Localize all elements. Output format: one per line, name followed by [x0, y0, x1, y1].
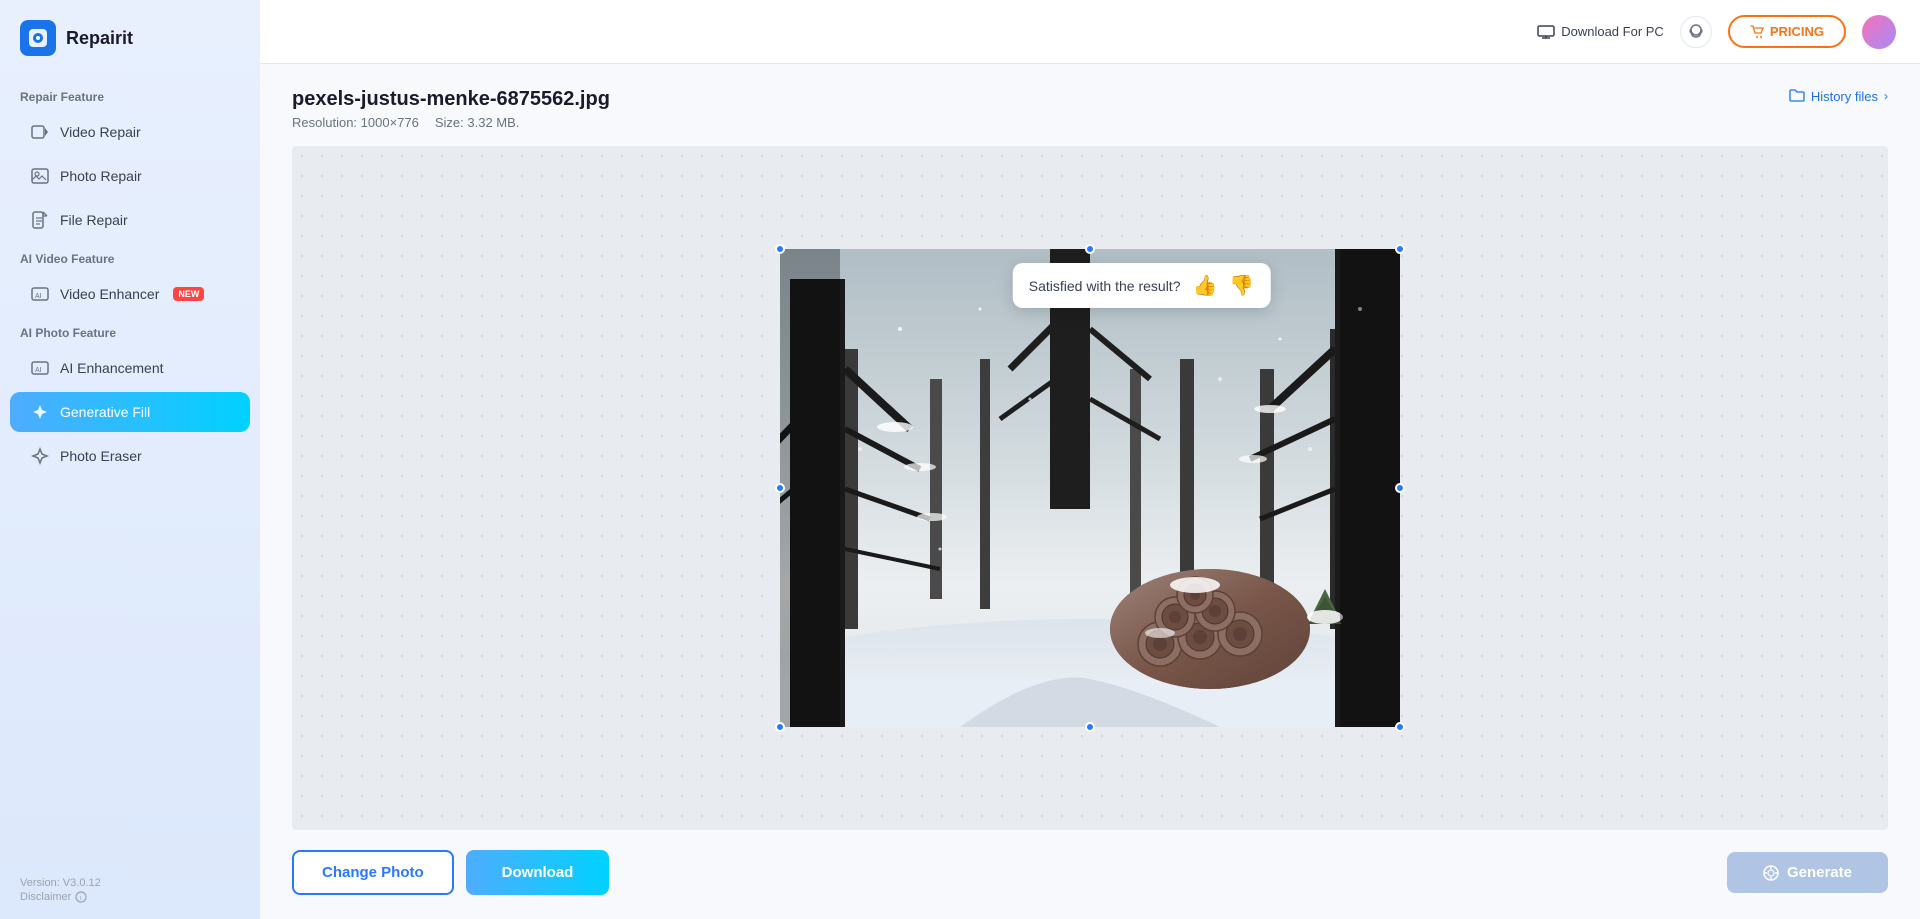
logo-icon [20, 20, 56, 56]
sidebar-item-file-repair[interactable]: File Repair [10, 200, 250, 240]
sidebar-item-video-enhancer-label: Video Enhancer [60, 286, 159, 302]
main-content: Download For PC PRICING pexels-jus [260, 0, 1920, 919]
file-resolution: Resolution: 1000×776 [292, 115, 419, 130]
disclaimer-text: Disclaimer i [20, 891, 240, 903]
video-repair-icon [30, 122, 50, 142]
sidebar-item-video-enhancer[interactable]: AI Video Enhancer NEW [10, 274, 250, 314]
file-repair-icon [30, 210, 50, 230]
monitor-icon [1537, 25, 1555, 39]
generate-icon [1763, 865, 1779, 881]
handle-top-mid[interactable] [1085, 244, 1095, 254]
thumbs-down-button[interactable]: 👎 [1229, 273, 1254, 298]
handle-bottom-mid[interactable] [1085, 722, 1095, 732]
thumbs-up-button[interactable]: 👍 [1192, 273, 1217, 298]
sidebar-item-file-repair-label: File Repair [60, 212, 128, 228]
sidebar-footer: Version: V3.0.12 Disclaimer i [0, 865, 260, 903]
download-for-pc-label: Download For PC [1561, 24, 1664, 39]
photo-repair-icon [30, 166, 50, 186]
photo-eraser-icon [30, 446, 50, 466]
handle-mid-left[interactable] [775, 483, 785, 493]
content-area: pexels-justus-menke-6875562.jpg Resoluti… [260, 64, 1920, 919]
history-arrow-icon: › [1884, 89, 1888, 103]
download-button[interactable]: Download [466, 850, 610, 895]
satisfaction-question: Satisfied with the result? [1029, 278, 1181, 294]
version-text: Version: V3.0.12 [20, 877, 240, 889]
generate-label: Generate [1787, 864, 1852, 881]
action-bar: Change Photo Download Generate [292, 850, 1888, 895]
sidebar-item-photo-eraser-label: Photo Eraser [60, 448, 142, 464]
photo-image [780, 249, 1400, 727]
sidebar-item-video-repair-label: Video Repair [60, 124, 141, 140]
app-name: Repairit [66, 28, 133, 49]
handle-top-right[interactable] [1395, 244, 1405, 254]
sidebar: Repairit Repair Feature Video Repair Pho… [0, 0, 260, 919]
file-size: Size: 3.32 MB. [435, 115, 520, 130]
folder-icon [1789, 88, 1805, 104]
image-wrapper: Satisfied with the result? 👍 👎 [780, 249, 1400, 727]
ai-enhancement-icon: AI [30, 358, 50, 378]
sidebar-item-generative-fill[interactable]: Generative Fill [10, 392, 250, 432]
headset-icon [1687, 23, 1705, 41]
svg-text:i: i [80, 895, 82, 902]
history-files-label: History files [1811, 89, 1878, 104]
repair-feature-label: Repair Feature [0, 80, 260, 110]
satisfaction-tooltip: Satisfied with the result? 👍 👎 [1013, 263, 1271, 308]
support-button[interactable] [1680, 16, 1712, 48]
ai-photo-feature-label: AI Photo Feature [0, 316, 260, 346]
info-icon: i [75, 891, 87, 903]
sidebar-item-generative-fill-label: Generative Fill [60, 404, 150, 420]
avatar[interactable] [1862, 15, 1896, 49]
change-photo-button[interactable]: Change Photo [292, 850, 454, 895]
generative-fill-icon [30, 402, 50, 422]
sidebar-item-photo-repair[interactable]: Photo Repair [10, 156, 250, 196]
file-meta: Resolution: 1000×776 Size: 3.32 MB. [292, 115, 610, 130]
pricing-button[interactable]: PRICING [1728, 15, 1846, 48]
new-badge: NEW [173, 287, 204, 301]
video-enhancer-icon: AI [30, 284, 50, 304]
header: Download For PC PRICING [260, 0, 1920, 64]
image-canvas: Satisfied with the result? 👍 👎 [292, 146, 1888, 830]
download-for-pc-button[interactable]: Download For PC [1537, 24, 1664, 39]
sidebar-item-photo-eraser[interactable]: Photo Eraser [10, 436, 250, 476]
svg-text:AI: AI [35, 367, 42, 374]
sidebar-item-ai-enhancement-label: AI Enhancement [60, 360, 164, 376]
handle-bottom-right[interactable] [1395, 722, 1405, 732]
sidebar-item-ai-enhancement[interactable]: AI AI Enhancement [10, 348, 250, 388]
generate-button[interactable]: Generate [1727, 852, 1888, 893]
action-left: Change Photo Download [292, 850, 609, 895]
app-logo: Repairit [0, 0, 260, 80]
handle-mid-right[interactable] [1395, 483, 1405, 493]
sidebar-item-video-repair[interactable]: Video Repair [10, 112, 250, 152]
file-header: pexels-justus-menke-6875562.jpg Resoluti… [292, 88, 1888, 130]
file-info: pexels-justus-menke-6875562.jpg Resoluti… [292, 88, 610, 130]
pricing-label: PRICING [1770, 24, 1824, 39]
handle-top-left[interactable] [775, 244, 785, 254]
svg-text:AI: AI [35, 293, 42, 300]
file-title: pexels-justus-menke-6875562.jpg [292, 88, 610, 111]
cart-icon [1750, 25, 1764, 39]
history-files-button[interactable]: History files › [1789, 88, 1888, 104]
sidebar-item-photo-repair-label: Photo Repair [60, 168, 142, 184]
handle-bottom-left[interactable] [775, 722, 785, 732]
ai-video-feature-label: AI Video Feature [0, 242, 260, 272]
